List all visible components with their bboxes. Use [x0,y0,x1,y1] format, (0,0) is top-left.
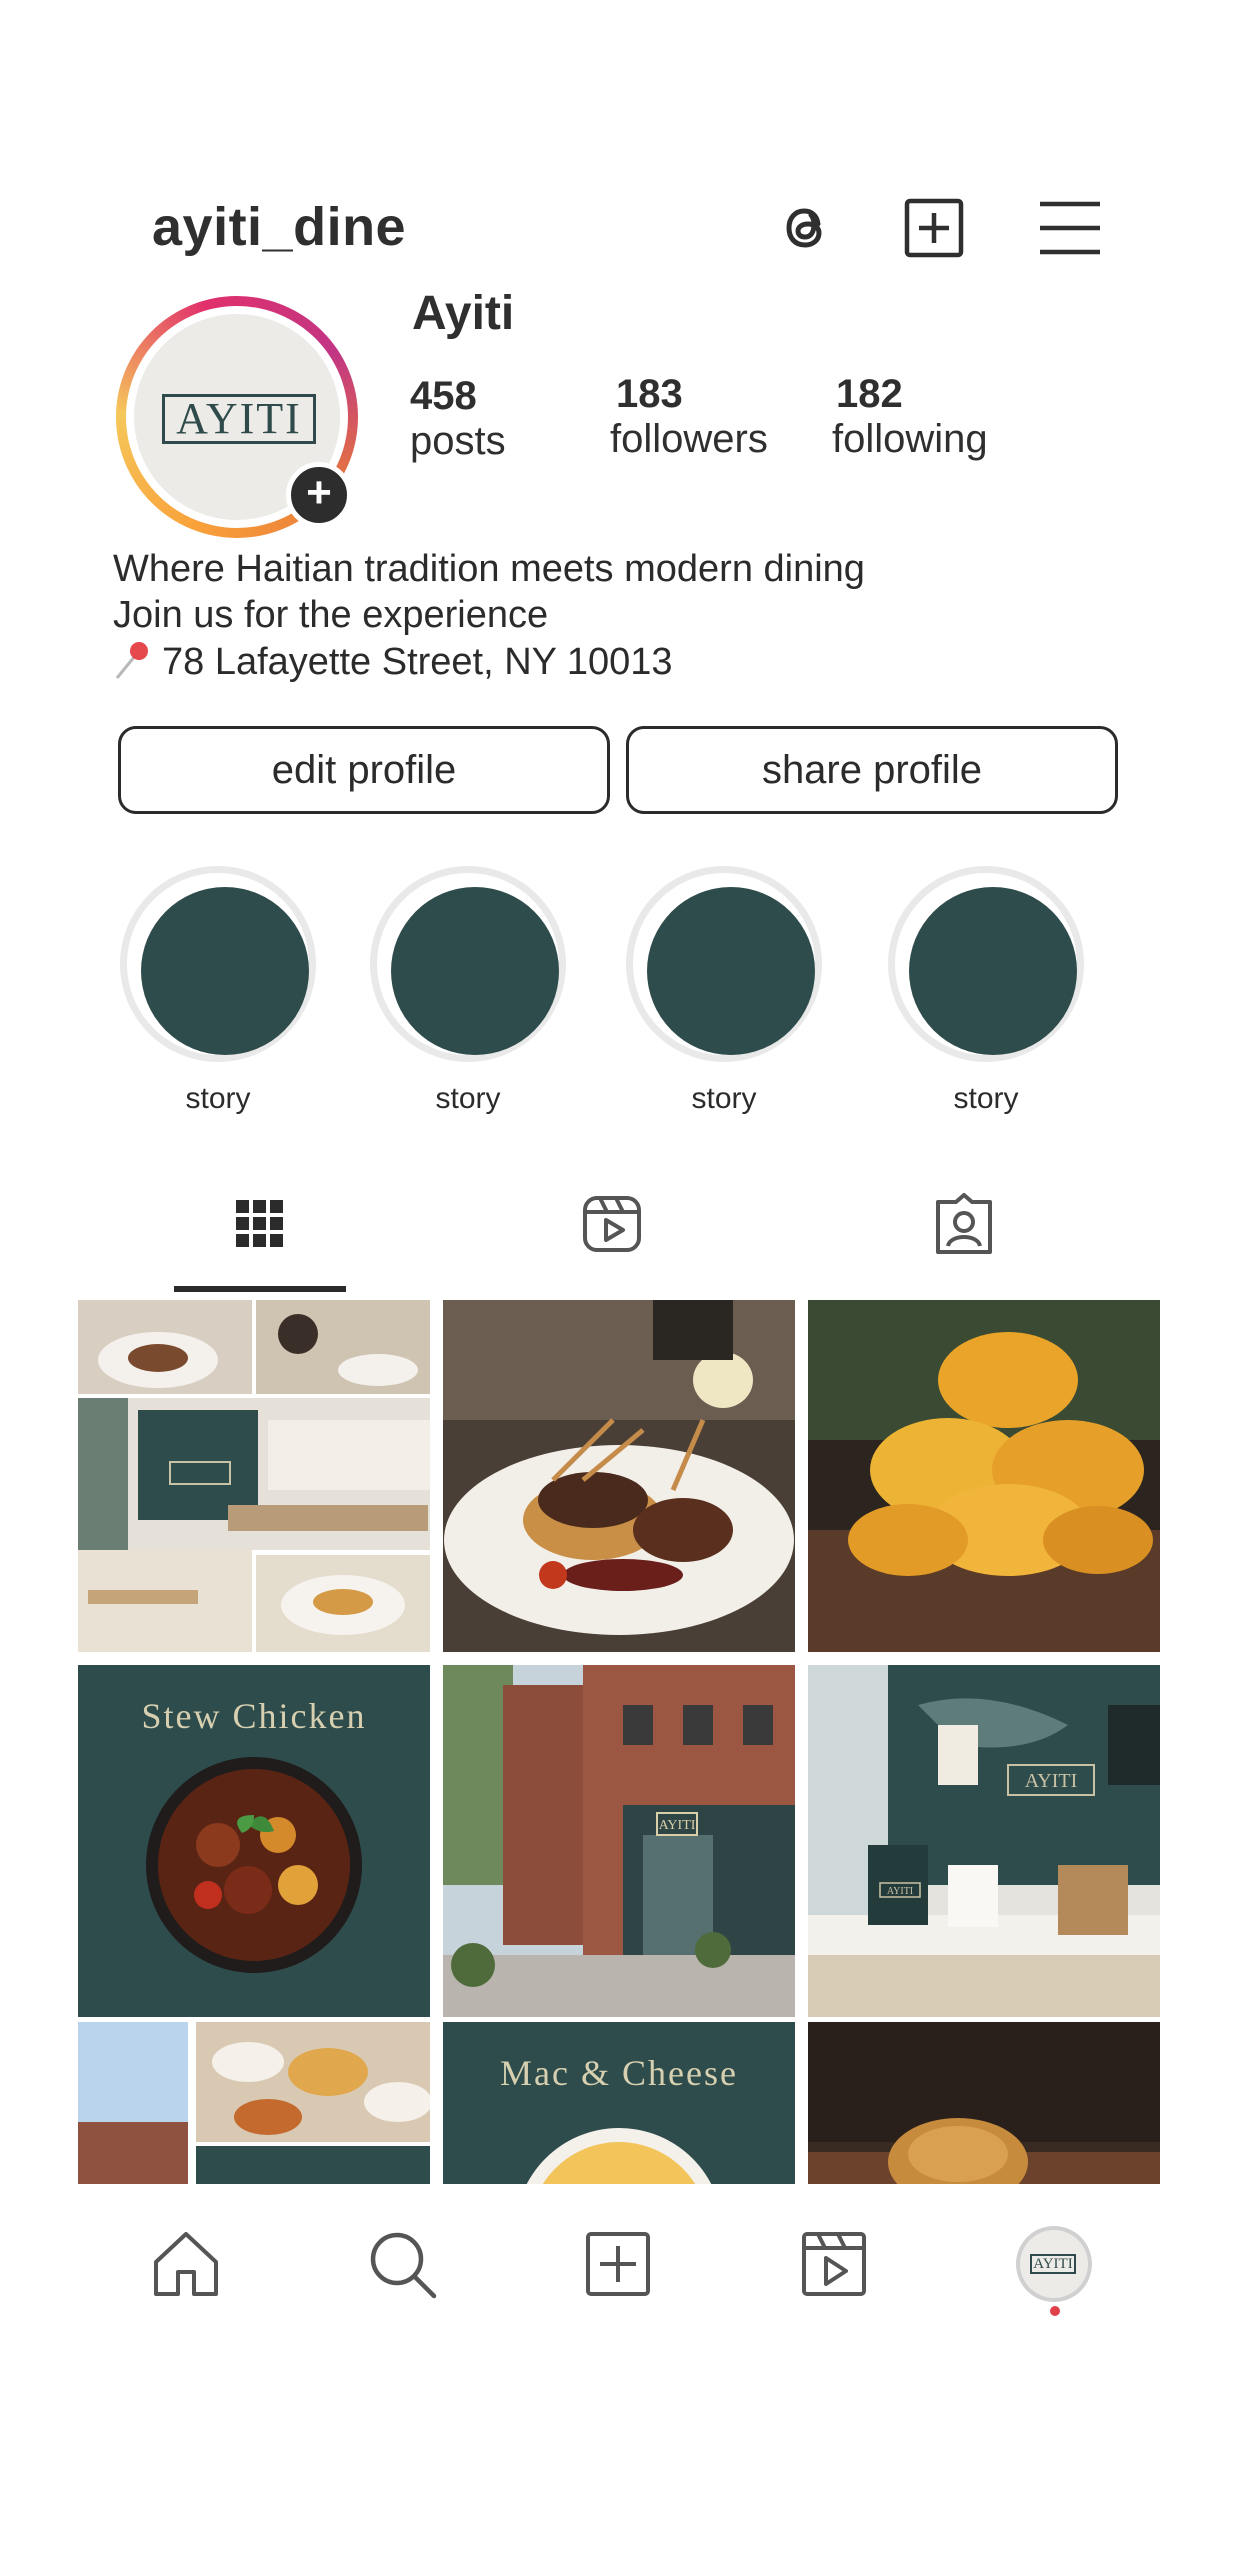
bio-line: Join us for the experience [113,594,549,636]
post-tile[interactable] [443,1300,795,1652]
post-image [526,2128,712,2184]
post-tile[interactable] [78,2022,430,2184]
post-tile[interactable] [78,1300,430,1652]
story-label: story [435,1082,501,1115]
edit-profile-button[interactable]: edit profile [118,726,610,814]
post-tile[interactable]: Stew Chicken [78,1665,430,2017]
stat-following-label: following [832,417,988,461]
menu-icon[interactable] [1038,196,1102,260]
post-image [808,1300,1160,1652]
grid-icon[interactable] [228,1192,292,1256]
post-tile[interactable]: AYITI AYITI [808,1665,1160,2017]
post-tile[interactable]: Mac & Cheese [443,2022,795,2184]
story-highlight[interactable] [370,866,566,1062]
story-highlight[interactable] [626,866,822,1062]
add-story-icon[interactable]: + [286,462,352,528]
interior-sign: AYITI [1025,1770,1078,1792]
post-image: AYITI [443,1665,795,2017]
reels-icon[interactable] [798,2228,870,2300]
post-image [808,2022,1160,2184]
new-post-icon[interactable] [902,196,966,260]
story-label: story [691,1082,757,1115]
post-image [78,1300,430,1652]
post-tile[interactable] [808,2022,1160,2184]
stat-posts-count: 458 [410,374,477,418]
stat-followers-count: 183 [616,372,683,416]
bio-line: Where Haitian tradition meets modern din… [113,548,865,590]
profile-username[interactable]: ayiti_dine [152,196,406,258]
stat-posts-label: posts [410,419,506,463]
stat-following-count: 182 [836,372,903,416]
notification-dot [1050,2306,1060,2316]
story-highlight[interactable] [888,866,1084,1062]
post-image [78,2022,430,2184]
reels-icon[interactable] [580,1192,644,1256]
story-highlight[interactable] [120,866,316,1062]
active-tab-indicator [174,1286,346,1292]
stat-followers[interactable]: 183 followers [610,372,768,462]
story-label: story [953,1082,1019,1115]
stat-followers-label: followers [610,417,768,461]
stat-following[interactable]: 182 following [832,372,988,462]
post-image: AYITI AYITI [808,1665,1160,2017]
post-image [146,1757,362,1973]
post-tile[interactable]: AYITI [443,1665,795,2017]
tagged-icon[interactable] [932,1192,996,1256]
share-profile-button[interactable]: share profile [626,726,1118,814]
threads-icon[interactable] [774,196,838,260]
nav-avatar-logo: AYITI [1030,2254,1076,2274]
display-name: Ayiti [412,287,515,340]
story-label: story [185,1082,251,1115]
pin-icon [115,642,148,679]
create-icon[interactable] [582,2228,654,2300]
stat-posts[interactable]: 458 posts [410,374,506,464]
storefront-sign: AYITI [659,1818,696,1833]
bag-sign: AYITI [887,1886,913,1897]
home-icon[interactable] [150,2228,222,2300]
location-text[interactable]: 78 Lafayette Street, NY 10013 [162,641,673,684]
search-icon[interactable] [366,2228,438,2300]
post-image [443,1300,795,1652]
posts-grid: Stew Chicken AYITI AYITI AYITI Mac & Che… [78,1300,1160,2184]
profile-nav-avatar[interactable]: AYITI [1016,2226,1092,2302]
avatar-logo-text: AYITI [162,394,316,444]
post-tile[interactable] [808,1300,1160,1652]
